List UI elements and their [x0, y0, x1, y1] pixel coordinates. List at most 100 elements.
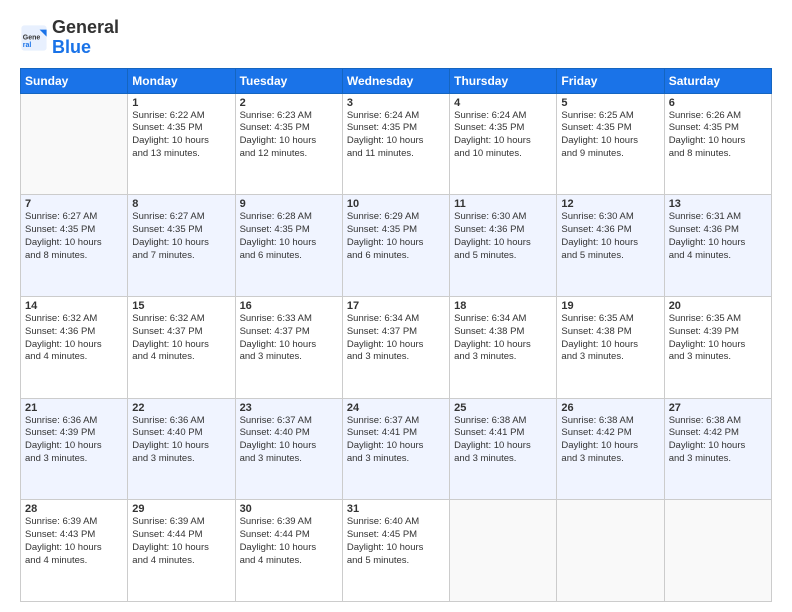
- table-row: 28Sunrise: 6:39 AM Sunset: 4:43 PM Dayli…: [21, 500, 128, 602]
- table-row: 31Sunrise: 6:40 AM Sunset: 4:45 PM Dayli…: [342, 500, 449, 602]
- calendar-row: 14Sunrise: 6:32 AM Sunset: 4:36 PM Dayli…: [21, 296, 772, 398]
- table-row: 1Sunrise: 6:22 AM Sunset: 4:35 PM Daylig…: [128, 93, 235, 195]
- day-info: Sunrise: 6:23 AM Sunset: 4:35 PM Dayligh…: [240, 110, 338, 161]
- day-number: 2: [240, 97, 338, 109]
- day-number: 8: [132, 198, 230, 210]
- day-info: Sunrise: 6:38 AM Sunset: 4:42 PM Dayligh…: [669, 415, 767, 466]
- day-info: Sunrise: 6:36 AM Sunset: 4:40 PM Dayligh…: [132, 415, 230, 466]
- day-info: Sunrise: 6:30 AM Sunset: 4:36 PM Dayligh…: [561, 211, 659, 262]
- svg-text:Gene: Gene: [23, 34, 41, 41]
- table-row: [450, 500, 557, 602]
- day-number: 21: [25, 402, 123, 414]
- col-friday: Friday: [557, 68, 664, 93]
- logo-text: General Blue: [52, 18, 119, 58]
- day-number: 15: [132, 300, 230, 312]
- table-row: 25Sunrise: 6:38 AM Sunset: 4:41 PM Dayli…: [450, 398, 557, 500]
- col-saturday: Saturday: [664, 68, 771, 93]
- table-row: 9Sunrise: 6:28 AM Sunset: 4:35 PM Daylig…: [235, 195, 342, 297]
- table-row: 7Sunrise: 6:27 AM Sunset: 4:35 PM Daylig…: [21, 195, 128, 297]
- day-info: Sunrise: 6:36 AM Sunset: 4:39 PM Dayligh…: [25, 415, 123, 466]
- day-number: 25: [454, 402, 552, 414]
- calendar-table: Sunday Monday Tuesday Wednesday Thursday…: [20, 68, 772, 602]
- table-row: 18Sunrise: 6:34 AM Sunset: 4:38 PM Dayli…: [450, 296, 557, 398]
- col-tuesday: Tuesday: [235, 68, 342, 93]
- logo-general: General: [52, 17, 119, 37]
- logo-icon: Gene ral: [20, 24, 48, 52]
- day-info: Sunrise: 6:32 AM Sunset: 4:36 PM Dayligh…: [25, 313, 123, 364]
- day-number: 26: [561, 402, 659, 414]
- table-row: 19Sunrise: 6:35 AM Sunset: 4:38 PM Dayli…: [557, 296, 664, 398]
- table-row: 17Sunrise: 6:34 AM Sunset: 4:37 PM Dayli…: [342, 296, 449, 398]
- col-wednesday: Wednesday: [342, 68, 449, 93]
- day-info: Sunrise: 6:35 AM Sunset: 4:39 PM Dayligh…: [669, 313, 767, 364]
- table-row: 21Sunrise: 6:36 AM Sunset: 4:39 PM Dayli…: [21, 398, 128, 500]
- table-row: 14Sunrise: 6:32 AM Sunset: 4:36 PM Dayli…: [21, 296, 128, 398]
- day-number: 7: [25, 198, 123, 210]
- day-info: Sunrise: 6:25 AM Sunset: 4:35 PM Dayligh…: [561, 110, 659, 161]
- day-info: Sunrise: 6:37 AM Sunset: 4:40 PM Dayligh…: [240, 415, 338, 466]
- day-info: Sunrise: 6:35 AM Sunset: 4:38 PM Dayligh…: [561, 313, 659, 364]
- day-info: Sunrise: 6:39 AM Sunset: 4:44 PM Dayligh…: [240, 516, 338, 567]
- table-row: 29Sunrise: 6:39 AM Sunset: 4:44 PM Dayli…: [128, 500, 235, 602]
- table-row: 20Sunrise: 6:35 AM Sunset: 4:39 PM Dayli…: [664, 296, 771, 398]
- table-row: 26Sunrise: 6:38 AM Sunset: 4:42 PM Dayli…: [557, 398, 664, 500]
- day-info: Sunrise: 6:22 AM Sunset: 4:35 PM Dayligh…: [132, 110, 230, 161]
- day-number: 20: [669, 300, 767, 312]
- day-info: Sunrise: 6:32 AM Sunset: 4:37 PM Dayligh…: [132, 313, 230, 364]
- day-number: 14: [25, 300, 123, 312]
- day-number: 9: [240, 198, 338, 210]
- table-row: 24Sunrise: 6:37 AM Sunset: 4:41 PM Dayli…: [342, 398, 449, 500]
- table-row: 12Sunrise: 6:30 AM Sunset: 4:36 PM Dayli…: [557, 195, 664, 297]
- day-info: Sunrise: 6:40 AM Sunset: 4:45 PM Dayligh…: [347, 516, 445, 567]
- calendar-row: 28Sunrise: 6:39 AM Sunset: 4:43 PM Dayli…: [21, 500, 772, 602]
- logo-blue: Blue: [52, 37, 91, 57]
- day-number: 22: [132, 402, 230, 414]
- table-row: 11Sunrise: 6:30 AM Sunset: 4:36 PM Dayli…: [450, 195, 557, 297]
- day-info: Sunrise: 6:38 AM Sunset: 4:42 PM Dayligh…: [561, 415, 659, 466]
- day-number: 24: [347, 402, 445, 414]
- day-info: Sunrise: 6:39 AM Sunset: 4:43 PM Dayligh…: [25, 516, 123, 567]
- table-row: [21, 93, 128, 195]
- day-number: 18: [454, 300, 552, 312]
- day-info: Sunrise: 6:24 AM Sunset: 4:35 PM Dayligh…: [347, 110, 445, 161]
- day-number: 4: [454, 97, 552, 109]
- day-number: 19: [561, 300, 659, 312]
- calendar-header-row: Sunday Monday Tuesday Wednesday Thursday…: [21, 68, 772, 93]
- table-row: 4Sunrise: 6:24 AM Sunset: 4:35 PM Daylig…: [450, 93, 557, 195]
- table-row: 6Sunrise: 6:26 AM Sunset: 4:35 PM Daylig…: [664, 93, 771, 195]
- col-thursday: Thursday: [450, 68, 557, 93]
- day-number: 1: [132, 97, 230, 109]
- table-row: 16Sunrise: 6:33 AM Sunset: 4:37 PM Dayli…: [235, 296, 342, 398]
- day-info: Sunrise: 6:28 AM Sunset: 4:35 PM Dayligh…: [240, 211, 338, 262]
- day-number: 13: [669, 198, 767, 210]
- table-row: [664, 500, 771, 602]
- page: Gene ral General Blue Sunday Monday Tues…: [0, 0, 792, 612]
- day-number: 28: [25, 503, 123, 515]
- table-row: 5Sunrise: 6:25 AM Sunset: 4:35 PM Daylig…: [557, 93, 664, 195]
- day-number: 30: [240, 503, 338, 515]
- day-info: Sunrise: 6:24 AM Sunset: 4:35 PM Dayligh…: [454, 110, 552, 161]
- day-number: 11: [454, 198, 552, 210]
- table-row: 22Sunrise: 6:36 AM Sunset: 4:40 PM Dayli…: [128, 398, 235, 500]
- day-info: Sunrise: 6:34 AM Sunset: 4:38 PM Dayligh…: [454, 313, 552, 364]
- day-info: Sunrise: 6:27 AM Sunset: 4:35 PM Dayligh…: [132, 211, 230, 262]
- table-row: 27Sunrise: 6:38 AM Sunset: 4:42 PM Dayli…: [664, 398, 771, 500]
- day-info: Sunrise: 6:27 AM Sunset: 4:35 PM Dayligh…: [25, 211, 123, 262]
- calendar-row: 1Sunrise: 6:22 AM Sunset: 4:35 PM Daylig…: [21, 93, 772, 195]
- header: Gene ral General Blue: [20, 18, 772, 58]
- logo: Gene ral General Blue: [20, 18, 119, 58]
- day-info: Sunrise: 6:33 AM Sunset: 4:37 PM Dayligh…: [240, 313, 338, 364]
- day-info: Sunrise: 6:29 AM Sunset: 4:35 PM Dayligh…: [347, 211, 445, 262]
- table-row: 15Sunrise: 6:32 AM Sunset: 4:37 PM Dayli…: [128, 296, 235, 398]
- table-row: 2Sunrise: 6:23 AM Sunset: 4:35 PM Daylig…: [235, 93, 342, 195]
- table-row: 30Sunrise: 6:39 AM Sunset: 4:44 PM Dayli…: [235, 500, 342, 602]
- day-number: 12: [561, 198, 659, 210]
- col-sunday: Sunday: [21, 68, 128, 93]
- day-number: 5: [561, 97, 659, 109]
- table-row: 10Sunrise: 6:29 AM Sunset: 4:35 PM Dayli…: [342, 195, 449, 297]
- day-info: Sunrise: 6:31 AM Sunset: 4:36 PM Dayligh…: [669, 211, 767, 262]
- table-row: [557, 500, 664, 602]
- day-number: 10: [347, 198, 445, 210]
- day-info: Sunrise: 6:39 AM Sunset: 4:44 PM Dayligh…: [132, 516, 230, 567]
- day-info: Sunrise: 6:38 AM Sunset: 4:41 PM Dayligh…: [454, 415, 552, 466]
